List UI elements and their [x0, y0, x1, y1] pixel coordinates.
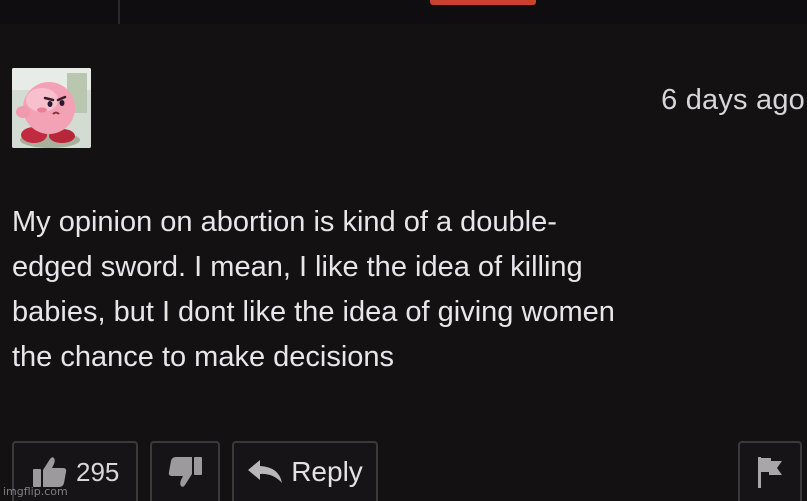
flag-icon: [755, 455, 785, 489]
comment-line: edged sword. I mean, I like the idea of …: [12, 251, 583, 283]
kirby-avatar-icon: [12, 68, 91, 148]
avatar[interactable]: [12, 68, 91, 148]
thumbs-up-icon: [32, 456, 68, 488]
top-accent-tab[interactable]: [430, 0, 536, 5]
comment-timestamp: 6 days ago: [661, 84, 805, 116]
top-strip: [0, 0, 807, 24]
top-divider: [118, 0, 120, 24]
comment-line: babies, but I dont like the idea of givi…: [12, 296, 615, 328]
reply-label: Reply: [291, 456, 363, 487]
like-count: 295: [76, 456, 120, 487]
reply-button[interactable]: Reply: [232, 441, 378, 501]
comment-line: My opinion on abortion is kind of a doub…: [12, 206, 557, 238]
thumbs-down-icon: [167, 456, 203, 488]
comment-line: the chance to make decisions: [12, 341, 395, 373]
dislike-button[interactable]: [150, 441, 220, 501]
comment-actions: 295 Reply: [0, 441, 807, 501]
watermark: imgflip.com: [3, 485, 68, 498]
comment-body: My opinion on abortion is kind of a doub…: [12, 200, 802, 380]
flag-button[interactable]: [738, 441, 802, 501]
reply-arrow-icon: [247, 459, 283, 485]
